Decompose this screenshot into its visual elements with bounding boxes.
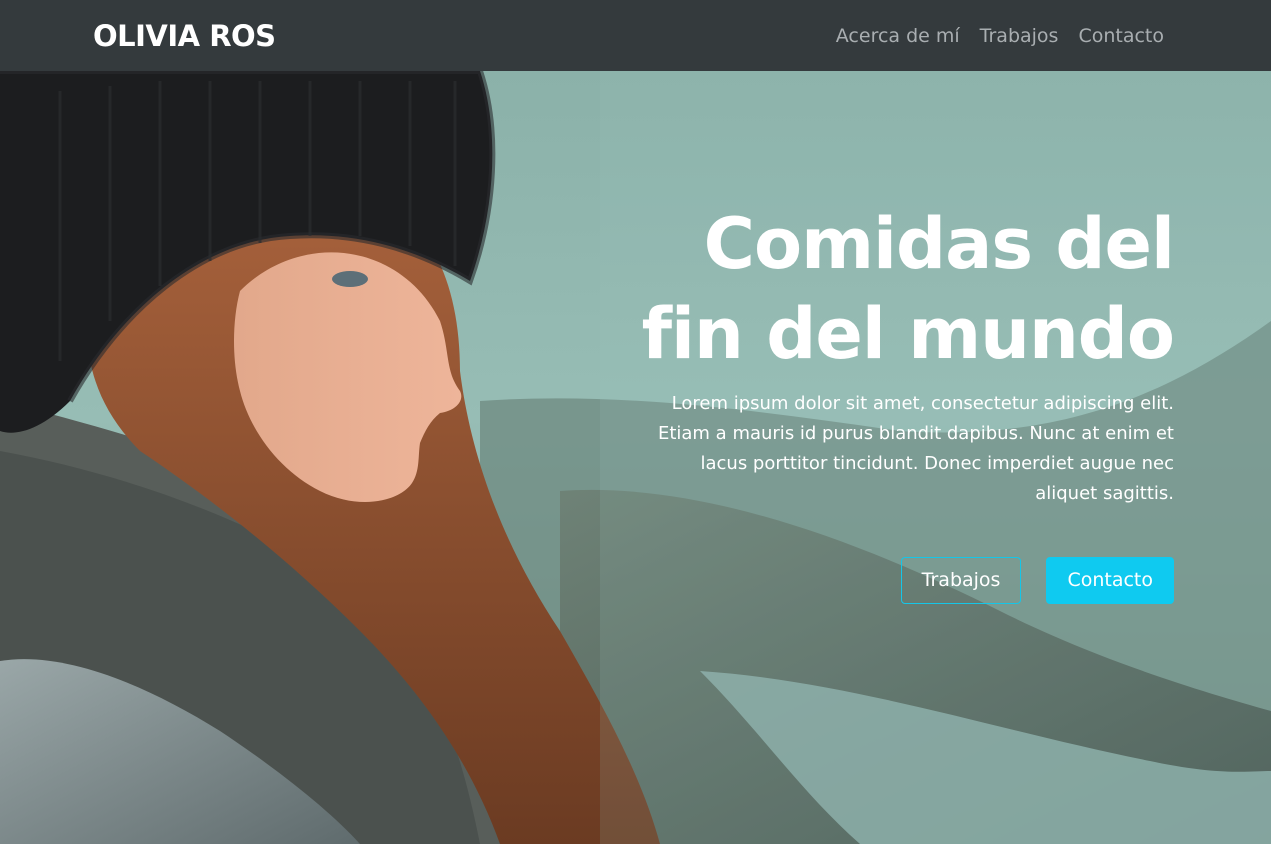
hero-buttons: Trabajos Contacto bbox=[900, 557, 1174, 604]
page: OLIVIA ROS Acerca de mí Trabajos Contact… bbox=[0, 0, 1271, 844]
hero-title-line1: Comidas del bbox=[703, 203, 1175, 285]
works-button[interactable]: Trabajos bbox=[900, 557, 1022, 604]
hero-title-line2: fin del mundo bbox=[641, 293, 1175, 375]
navbar: OLIVIA ROS Acerca de mí Trabajos Contact… bbox=[0, 0, 1271, 71]
hero-content: Comidas del fin del mundo Lorem ipsum do… bbox=[634, 199, 1175, 509]
nav-link-about[interactable]: Acerca de mí bbox=[836, 22, 960, 50]
hero-section: Comidas del fin del mundo Lorem ipsum do… bbox=[0, 71, 1271, 844]
hero-description: Lorem ipsum dolor sit amet, consectetur … bbox=[657, 393, 1174, 504]
hero-title: Comidas del fin del mundo bbox=[634, 199, 1175, 379]
brand-logo[interactable]: OLIVIA ROS bbox=[93, 18, 276, 54]
nav-link-works[interactable]: Trabajos bbox=[980, 22, 1059, 50]
nav-links: Acerca de mí Trabajos Contacto bbox=[836, 22, 1164, 50]
contact-button[interactable]: Contacto bbox=[1046, 557, 1174, 604]
nav-link-contact[interactable]: Contacto bbox=[1078, 22, 1164, 50]
